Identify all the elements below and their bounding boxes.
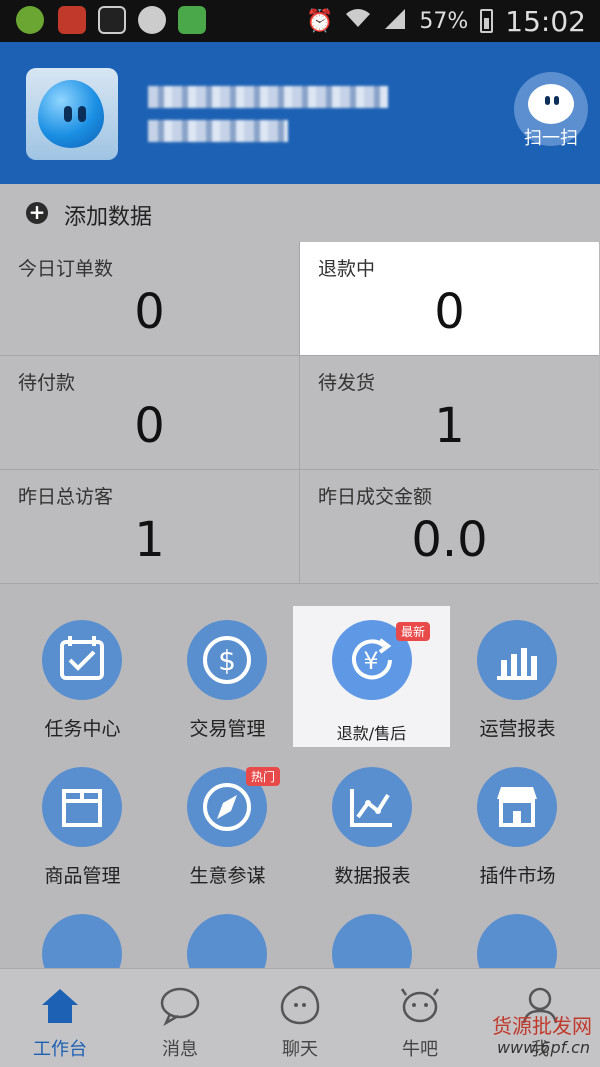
clock: 15:02 — [505, 4, 586, 38]
tool-refund-aftersale[interactable]: ¥ 最新 退款/售后 — [293, 606, 450, 747]
app-notification-icon — [16, 6, 44, 34]
tool-label: 插件市场 — [479, 865, 556, 887]
tool-label: 生意参谋 — [189, 865, 266, 887]
tool-product-management[interactable]: 商品管理 — [10, 751, 155, 896]
market-notification-icon — [178, 6, 206, 34]
tool-more-2[interactable] — [155, 898, 300, 968]
shop-name-blurred — [148, 86, 388, 108]
svg-text:$: $ — [218, 644, 236, 677]
new-badge: 最新 — [395, 622, 430, 641]
stat-value: 0 — [134, 284, 165, 340]
shop-avatar[interactable] — [26, 68, 118, 160]
bar-chart-icon — [477, 620, 557, 700]
status-bar: ⏰ 57% 15:02 — [0, 0, 600, 42]
runner-notification-icon — [138, 6, 166, 34]
stat-value: 0 — [134, 398, 165, 454]
battery-percent: 57% — [419, 8, 469, 34]
wifi-icon — [345, 7, 371, 35]
tool-task-center[interactable]: 任务中心 — [10, 604, 155, 749]
tool-label: 商品管理 — [44, 865, 121, 887]
tool-plugin-market[interactable]: 插件市场 — [445, 751, 590, 896]
battery-icon — [480, 9, 494, 33]
stat-yesterday-visitors[interactable]: 昨日总访客 1 — [0, 470, 299, 584]
stats-grid: 今日订单数 0 退款中 0 待付款 0 待发货 1 昨日总访客 1 昨日成交金额… — [0, 242, 600, 584]
nav-messages[interactable]: 消息 — [120, 969, 240, 1067]
stat-label: 退款中 — [318, 258, 376, 280]
gallery-notification-icon — [98, 6, 126, 34]
stat-awaiting-payment[interactable]: 待付款 0 — [0, 356, 299, 470]
watermark-text: 货源批发网 — [492, 1014, 592, 1038]
tool-operations-report[interactable]: 运营报表 — [445, 604, 590, 749]
tools-grid: 任务中心 $ 交易管理 ¥ 最新 退款/售后 运营报表 商品管理 热门 生意参谋 — [0, 584, 600, 968]
home-icon — [38, 983, 82, 1027]
delivery-icon — [187, 914, 267, 968]
calendar-check-icon — [42, 620, 122, 700]
stat-yesterday-sales[interactable]: 昨日成交金额 0.0 — [299, 470, 599, 584]
plus-circle-icon: + — [26, 202, 48, 224]
scan-button[interactable]: 扫一扫 — [514, 72, 588, 149]
tool-label: 数据报表 — [334, 865, 411, 887]
wangwang-mascot-icon — [38, 80, 104, 148]
tool-more-3[interactable] — [300, 898, 445, 968]
stat-value: 1 — [134, 512, 165, 568]
tool-label: 任务中心 — [44, 718, 121, 740]
store-icon — [477, 767, 557, 847]
add-data-row[interactable]: + 添加数据 — [0, 184, 600, 243]
box-icon — [42, 767, 122, 847]
nav-chat[interactable]: 聊天 — [240, 969, 360, 1067]
tool-label: 退款/售后 — [336, 724, 407, 743]
watermark-url: www.6pf.cn — [496, 1038, 590, 1057]
stat-refunding[interactable]: 退款中 0 — [299, 242, 599, 356]
nav-label: 消息 — [162, 1039, 198, 1060]
tool-more-4[interactable] — [445, 898, 590, 968]
scan-mascot-icon — [528, 84, 574, 124]
scan-label: 扫一扫 — [524, 128, 578, 149]
stat-label: 昨日成交金额 — [318, 486, 433, 508]
stat-value: 0.0 — [411, 512, 488, 568]
tool-label: 交易管理 — [189, 718, 266, 740]
stat-label: 待付款 — [18, 372, 76, 394]
cow-icon — [398, 983, 442, 1027]
robot-icon — [477, 914, 557, 968]
signal-icon — [383, 7, 407, 35]
stat-label: 昨日总访客 — [18, 486, 114, 508]
tool-trade-management[interactable]: $ 交易管理 — [155, 604, 300, 749]
tool-data-report[interactable]: 数据报表 — [300, 751, 445, 896]
wangwang-icon — [278, 983, 322, 1027]
tool-label: 运营报表 — [479, 718, 556, 740]
tool-business-advisor[interactable]: 热门 生意参谋 — [155, 751, 300, 896]
nav-niuba[interactable]: 牛吧 — [360, 969, 480, 1067]
stat-today-orders[interactable]: 今日订单数 0 — [0, 242, 299, 356]
stat-value: 0 — [434, 284, 465, 340]
alarm-icon: ⏰ — [305, 8, 334, 34]
chat-bubble-icon — [158, 983, 202, 1027]
nav-workbench[interactable]: 工作台 — [0, 969, 120, 1067]
shop-header: 扫一扫 — [0, 42, 600, 184]
stat-value: 1 — [434, 398, 465, 454]
shop-subtitle-blurred — [148, 120, 288, 142]
add-data-label: 添加数据 — [64, 205, 153, 230]
line-chart-icon — [332, 767, 412, 847]
stat-awaiting-shipment[interactable]: 待发货 1 — [299, 356, 599, 470]
svg-text:¥: ¥ — [363, 647, 378, 675]
nav-label: 工作台 — [33, 1039, 87, 1060]
stat-label: 今日订单数 — [18, 258, 114, 280]
alibaba-icon — [332, 914, 412, 968]
dollar-coin-icon: $ — [187, 620, 267, 700]
cow-app-notification-icon — [58, 6, 86, 34]
hot-badge: 热门 — [245, 767, 280, 786]
nav-label: 聊天 — [282, 1039, 318, 1060]
nav-label: 牛吧 — [402, 1039, 438, 1060]
app-grid-icon — [42, 914, 122, 968]
tool-more-1[interactable] — [10, 898, 155, 968]
stat-label: 待发货 — [318, 372, 376, 394]
